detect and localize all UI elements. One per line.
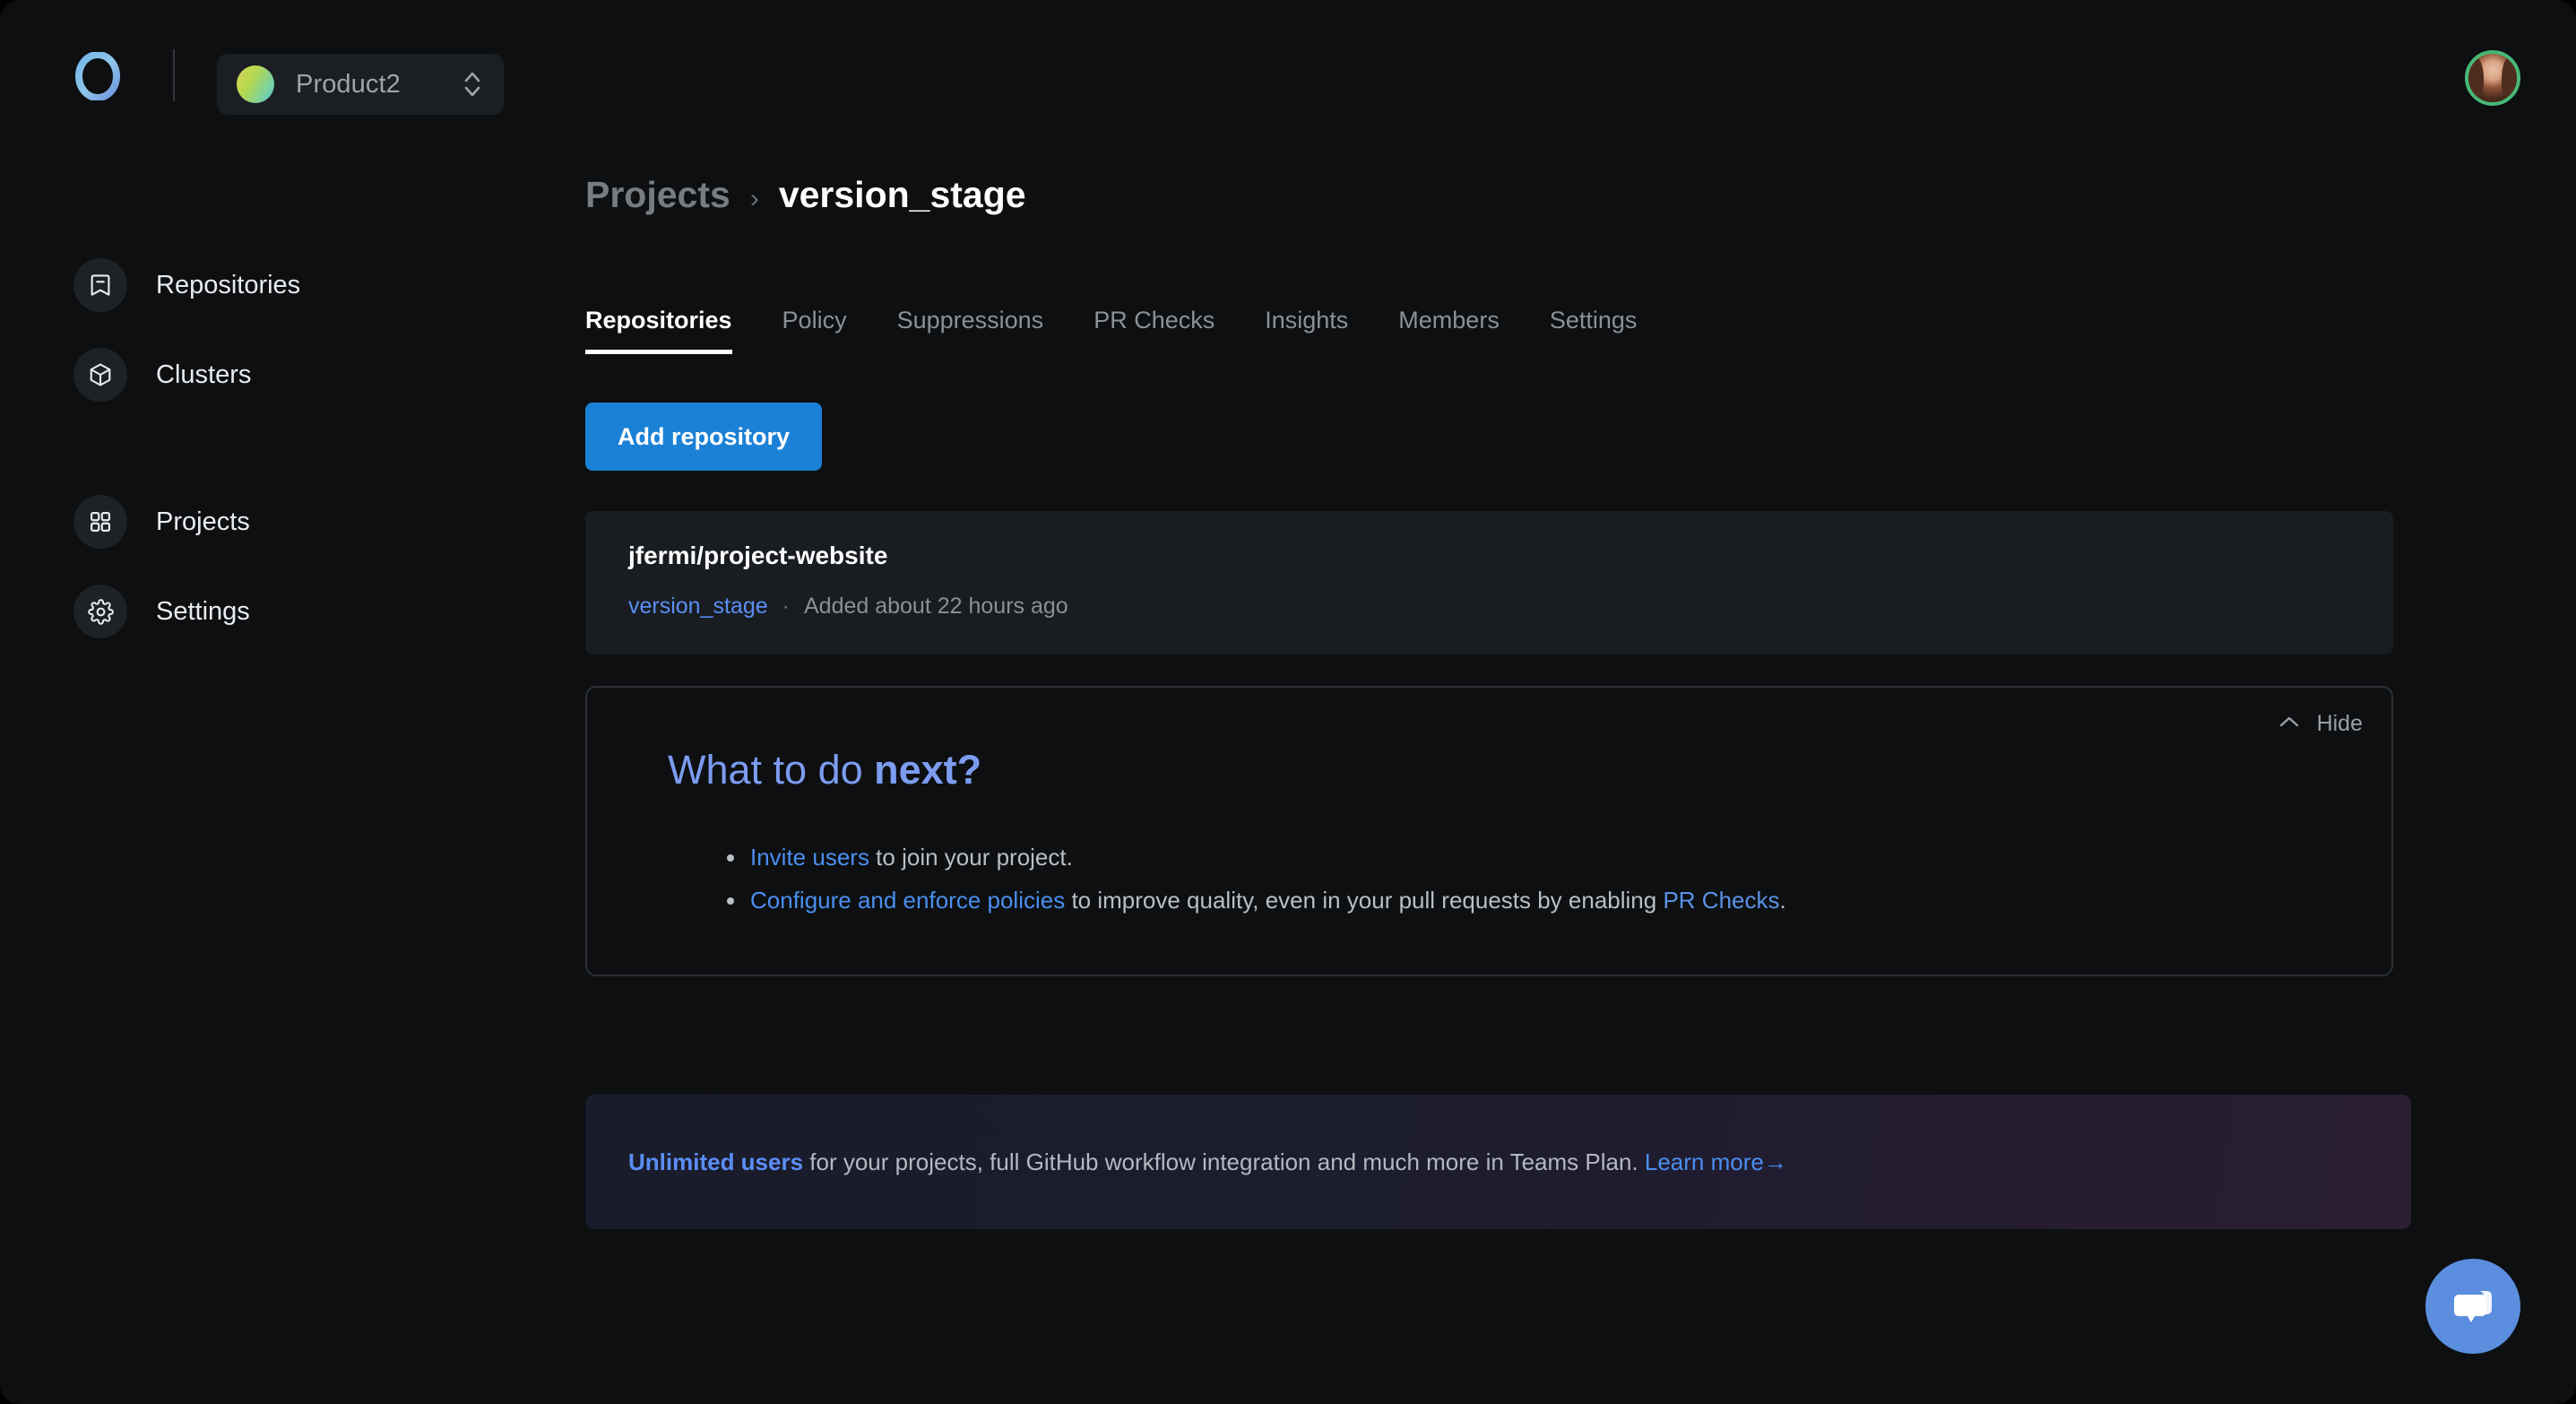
pr-checks-link[interactable]: PR Checks [1663,887,1779,914]
ring-logo-icon[interactable] [73,51,122,101]
list-item-tail: . [1779,887,1786,914]
repository-name: jfermi/project-website [628,542,888,569]
hide-label: Hide [2316,711,2363,736]
tab-members[interactable]: Members [1373,307,1525,354]
meta-separator: · [782,594,790,619]
add-repository-button[interactable]: Add repository [585,403,823,471]
main-content: Projects › version_stage Repositories Po… [574,163,2576,1404]
arrow-right-icon: → [1763,1148,1787,1175]
breadcrumb-parent-projects[interactable]: Projects [585,174,730,216]
list-item-text: to join your project. [869,844,1073,871]
configure-policies-link[interactable]: Configure and enforce policies [750,887,1065,914]
page-title: version_stage [778,174,1026,215]
sidebar: Repositories Clusters Projects Settings [0,163,574,1404]
avatar[interactable] [2465,50,2520,106]
chat-bubble-icon [2448,1279,2498,1334]
repository-meta: version_stage · Added about 22 hours ago [628,594,2350,620]
avatar-hair-left [2468,57,2484,99]
repository-added-time: Added about 22 hours ago [803,594,1068,619]
sidebar-item-clusters[interactable]: Clusters [73,348,251,402]
tab-bar: Repositories Policy Suppressions PR Chec… [585,307,1662,354]
hide-panel-button[interactable]: Hide [2278,711,2363,737]
chevron-up-icon [2278,715,2301,733]
grid-squares-icon [73,495,127,549]
tab-pr-checks[interactable]: PR Checks [1068,307,1240,354]
promo-text: Unlimited users for your projects, full … [628,1148,1787,1176]
next-steps-title: What to do next? [668,747,981,793]
tab-policy[interactable]: Policy [757,307,872,354]
top-bar: Product2 [0,0,2576,163]
cube-icon [73,348,127,402]
project-avatar-gradient [237,65,274,103]
sidebar-item-label: Projects [156,507,250,536]
promo-banner: Unlimited users for your projects, full … [585,1095,2411,1229]
repository-list-item[interactable]: jfermi/project-website version_stage · A… [585,511,2393,654]
project-switcher-label: Product2 [296,69,401,99]
repository-branch-link[interactable]: version_stage [628,594,768,620]
app-root: Product2 Repositories Clusters Projects … [0,0,2576,1404]
tab-suppressions[interactable]: Suppressions [872,307,1069,354]
breadcrumb-separator-icon: › [749,184,759,213]
project-switcher[interactable]: Product2 [217,54,504,115]
chevron-up-down-icon [461,67,484,101]
brand-divider [173,49,175,101]
tab-insights[interactable]: Insights [1240,307,1373,354]
next-steps-title-normal: What to do [668,747,875,793]
promo-highlight: Unlimited users [628,1148,804,1175]
sidebar-item-label: Clusters [156,360,252,389]
sidebar-item-projects[interactable]: Projects [73,495,250,549]
next-steps-panel: Hide What to do next? Invite users to jo… [585,686,2393,976]
learn-more-link[interactable]: Learn more [1645,1148,1764,1175]
chat-widget-button[interactable] [2425,1259,2520,1354]
sidebar-item-repositories[interactable]: Repositories [73,258,300,312]
next-steps-title-bold: next? [874,747,982,793]
bookmark-minus-icon [73,258,127,312]
sidebar-item-label: Repositories [156,270,301,299]
promo-body: for your projects, full GitHub workflow … [803,1148,1645,1175]
list-item-text: to improve quality, even in your pull re… [1065,887,1664,914]
gear-icon [73,585,127,638]
sidebar-item-settings[interactable]: Settings [73,585,250,638]
avatar-hair-right [2502,57,2517,99]
breadcrumb: Projects › version_stage [585,174,1026,216]
tab-settings[interactable]: Settings [1525,307,1663,354]
list-item: Invite users to join your project. [722,836,1786,879]
next-steps-list: Invite users to join your project. Confi… [722,836,1786,922]
sidebar-item-label: Settings [156,596,250,626]
invite-users-link[interactable]: Invite users [750,844,869,871]
list-item: Configure and enforce policies to improv… [722,879,1786,922]
tab-repositories[interactable]: Repositories [585,307,757,354]
